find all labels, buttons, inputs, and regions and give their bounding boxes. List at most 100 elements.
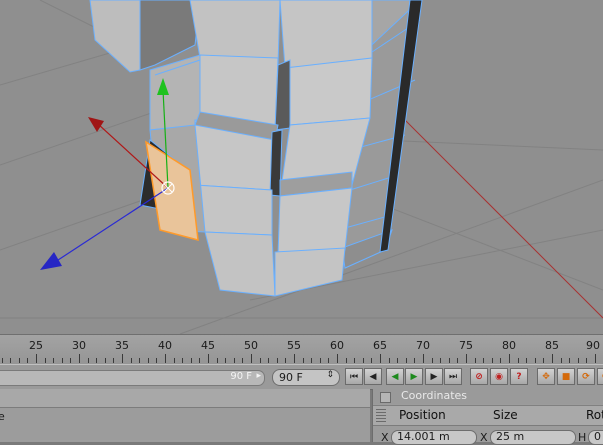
next-key-button[interactable]: ▶ [425,368,443,385]
ruler-tick [268,358,270,363]
ruler-tick [27,358,29,363]
coordinates-panel: Coordinates Position Size Rot X 14.001 m… [372,389,603,445]
rotation-header: Rot [586,408,603,422]
timeline-ruler[interactable]: 25 30 35 40 45 50 55 60 65 70 75 80 85 9… [0,334,603,365]
ruler-tick [1,358,3,363]
ruler-tick [509,354,510,363]
ruler-tick [225,358,227,363]
ruler-tick [208,354,209,363]
size-x-value: 25 m [496,430,525,443]
ruler-tick [96,358,98,363]
max-frame-value: 90 F [279,371,303,384]
coordinates-title: Coordinates [401,389,468,402]
position-x-value: 14.001 m [397,430,450,443]
ruler-label: 30 [72,339,86,352]
frame-range-slider[interactable]: 90 F ▸ [0,370,265,386]
ruler-tick [173,358,175,363]
previous-key-button[interactable]: ◀ [364,368,382,385]
ruler-tick [380,354,381,363]
ruler-tick [431,358,433,363]
ruler-tick [44,358,46,363]
ruler-label: 35 [115,339,129,352]
keyframe-selection-button[interactable]: ? [510,368,528,385]
record-key-button[interactable]: ⊘ [470,368,488,385]
ruler-label: 70 [416,339,430,352]
ruler-label: 75 [459,339,473,352]
ruler-tick [199,358,201,363]
bottom-left-panel: e [0,389,370,442]
ruler-tick [595,354,596,363]
ruler-tick [543,358,545,363]
ruler-tick [61,358,63,363]
ruler-tick [483,358,485,363]
ruler-tick [534,358,536,363]
ruler-label: 55 [287,339,301,352]
panel-checkbox[interactable] [380,392,391,403]
slider-arrow-icon[interactable]: ▸ [256,371,261,381]
max-frame-field[interactable]: 90 F ⇕ [272,369,340,386]
rotate-tool-button[interactable]: ⟳ [577,368,595,385]
ruler-tick [251,354,252,363]
ruler-tick [397,358,399,363]
position-x-field[interactable]: 14.001 m [391,430,477,445]
ruler-tick [371,358,373,363]
gizmo-z-arrow[interactable] [40,252,62,270]
ruler-tick [569,358,571,363]
viewport-scene[interactable] [0,0,603,334]
ruler-tick [311,358,313,363]
ruler-tick [337,354,338,363]
ruler-label: 50 [244,339,258,352]
ruler-tick [457,358,459,363]
ruler-tick [586,358,588,363]
position-x-label: X [381,431,389,444]
go-to-end-button[interactable]: ⏭ [444,368,462,385]
ruler-tick [423,354,424,363]
panel-label: e [0,410,5,423]
ruler-label: 40 [158,339,172,352]
scale-tool-button[interactable]: ■ [557,368,575,385]
ruler-tick [328,358,330,363]
ruler-tick [147,358,149,363]
coordinates-column-header: Position Size Rot [373,405,603,426]
rotation-h-value: 0 [594,430,601,443]
ruler-tick [122,354,123,363]
position-header: Position [399,408,446,422]
rotation-h-field[interactable]: 0 [588,430,603,445]
ruler-tick [36,354,37,363]
ruler-tick [182,358,184,363]
ruler-tick [294,354,295,363]
ruler-tick [18,358,20,363]
go-to-start-button[interactable]: ⏮ [345,368,363,385]
play-forward-button[interactable]: ▶ [405,368,423,385]
autokey-button[interactable]: ◉ [490,368,508,385]
ruler-tick [552,354,553,363]
ruler-tick [79,354,80,363]
rotation-h-label: H [578,431,587,444]
ruler-tick [500,358,502,363]
ruler-label: 80 [502,339,516,352]
size-x-field[interactable]: 25 m [490,430,576,445]
ruler-tick [448,358,450,363]
ruler-tick [345,358,347,363]
ruler-tick [474,358,476,363]
ruler-tick [10,358,12,363]
size-header: Size [493,408,518,422]
coordinates-titlebar: Coordinates [373,389,603,404]
ruler-tick [113,358,115,363]
move-tool-button[interactable]: ✥ [537,368,555,385]
spinner-icon[interactable]: ⇕ [326,370,334,380]
ruler-tick [414,358,416,363]
ruler-tick [517,358,519,363]
ruler-tick [466,354,467,363]
drag-grip-icon[interactable] [376,408,386,422]
ruler-tick [491,358,493,363]
ruler-tick [70,358,72,363]
parameter-tool-button[interactable]: ⟳ [597,368,603,385]
tower-mesh[interactable] [89,0,423,297]
play-backward-button[interactable]: ◀ [386,368,404,385]
ruler-tick [165,354,166,363]
3d-viewport[interactable] [0,0,603,334]
ruler-tick [242,358,244,363]
ruler-tick [354,358,356,363]
ruler-label: 45 [201,339,215,352]
